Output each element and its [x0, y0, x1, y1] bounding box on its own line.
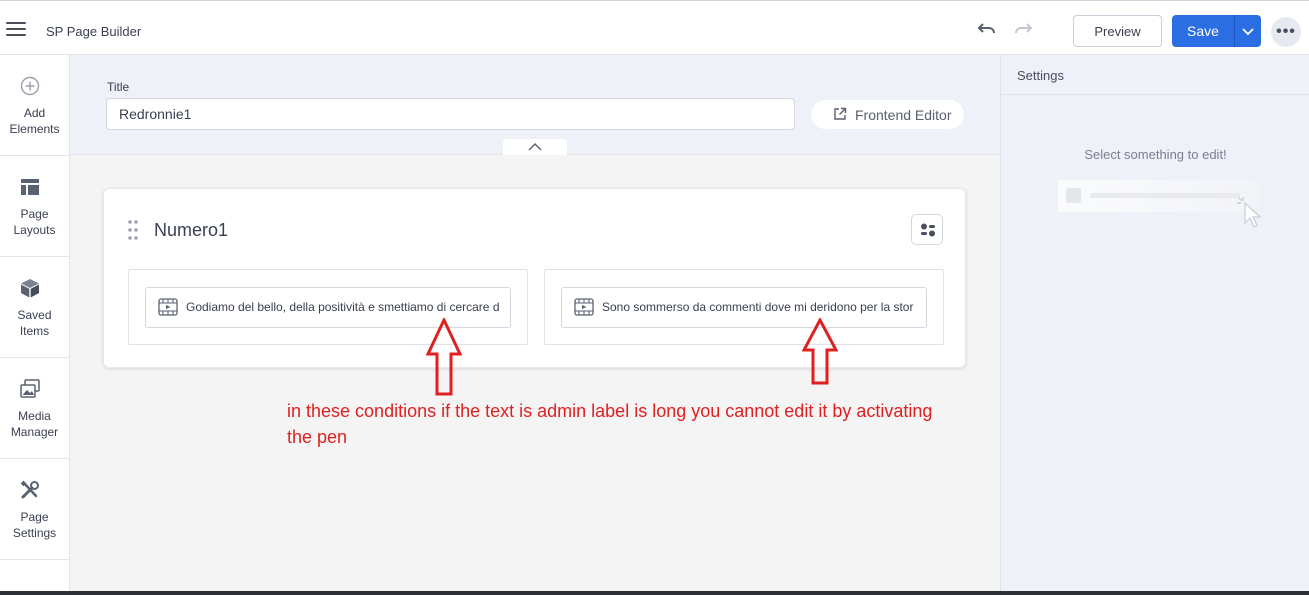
cube-icon — [21, 279, 39, 298]
addon-label: Sono sommerso da commenti dove mi derido… — [602, 300, 914, 314]
layout-icon — [21, 179, 39, 195]
annotation-arrow-up-icon — [426, 318, 462, 396]
sidebar-item-media-manager[interactable]: Media Manager — [0, 358, 69, 459]
chevron-up-icon — [528, 143, 542, 151]
column-2[interactable]: Sono sommerso da commenti dove mi derido… — [544, 269, 944, 345]
annotation-arrow-up-icon — [802, 318, 838, 385]
video-icon — [158, 298, 178, 316]
annotation-note: in these conditions if the text is admin… — [287, 401, 933, 447]
sidebar-item-add-elements[interactable]: Add Elements — [0, 55, 69, 156]
drag-handle-icon[interactable] — [127, 219, 139, 241]
column-1[interactable]: Godiamo del bello, della positività e sm… — [128, 269, 528, 345]
top-bar: SP Page Builder Preview Save ••• — [0, 0, 1309, 55]
section-title: Numero1 — [154, 220, 229, 240]
sidebar-item-label: Add Elements — [9, 106, 60, 136]
page-title-input[interactable] — [106, 98, 795, 130]
video-icon — [574, 298, 594, 316]
tools-icon — [20, 480, 39, 499]
sidebar-item-label: Media Manager — [10, 409, 59, 439]
preview-button[interactable]: Preview — [1073, 15, 1162, 47]
external-link-icon — [834, 107, 847, 120]
settings-sliders-icon — [921, 223, 935, 237]
settings-panel: Settings Select something to edit! — [1000, 55, 1309, 595]
video-addon-2[interactable]: Sono sommerso da commenti dove mi derido… — [561, 287, 927, 328]
page-title-panel: Title Frontend Editor — [70, 55, 1000, 155]
plus-circle-icon — [20, 76, 40, 96]
taskbar-strip — [0, 591, 1309, 595]
title-label: Title — [107, 80, 130, 94]
placeholder-illustration — [1058, 180, 1258, 212]
cursor-click-icon — [1237, 197, 1262, 228]
more-dots-icon: ••• — [1276, 23, 1296, 40]
undo-icon[interactable] — [976, 21, 998, 39]
sidebar-item-label: Page Layouts — [13, 207, 56, 237]
image-gallery-icon — [20, 379, 40, 398]
frontend-editor-button[interactable]: Frontend Editor — [811, 100, 964, 129]
sidebar-item-page-layouts[interactable]: Page Layouts — [0, 156, 69, 257]
section-options-button[interactable] — [911, 214, 943, 245]
save-button[interactable]: Save — [1172, 15, 1234, 47]
frontend-editor-label: Frontend Editor — [855, 106, 952, 123]
save-options-button[interactable] — [1234, 15, 1261, 47]
sidebar-item-label: Page Settings — [12, 510, 57, 540]
addon-label: Godiamo del bello, della positività e sm… — [186, 300, 500, 314]
app-title: SP Page Builder — [46, 24, 142, 39]
chevron-down-icon — [1242, 27, 1254, 35]
sidebar-item-saved-items[interactable]: Saved Items — [0, 257, 69, 358]
sidebar-item-label: Saved Items — [17, 308, 52, 338]
settings-empty-message: Select something to edit! — [1084, 147, 1227, 162]
collapse-title-panel-button[interactable] — [503, 139, 567, 155]
left-sidebar: Add Elements Page Layouts Saved Items Me… — [0, 55, 70, 595]
sidebar-item-page-settings[interactable]: Page Settings — [0, 459, 69, 560]
hamburger-menu-icon[interactable] — [6, 22, 26, 36]
more-options-button[interactable]: ••• — [1271, 17, 1301, 47]
builder-canvas: Title Frontend Editor Numero1 Godiamo de… — [70, 55, 1000, 595]
settings-header: Settings — [1001, 55, 1309, 95]
settings-title: Settings — [1017, 68, 1064, 83]
redo-icon[interactable] — [1012, 21, 1034, 39]
